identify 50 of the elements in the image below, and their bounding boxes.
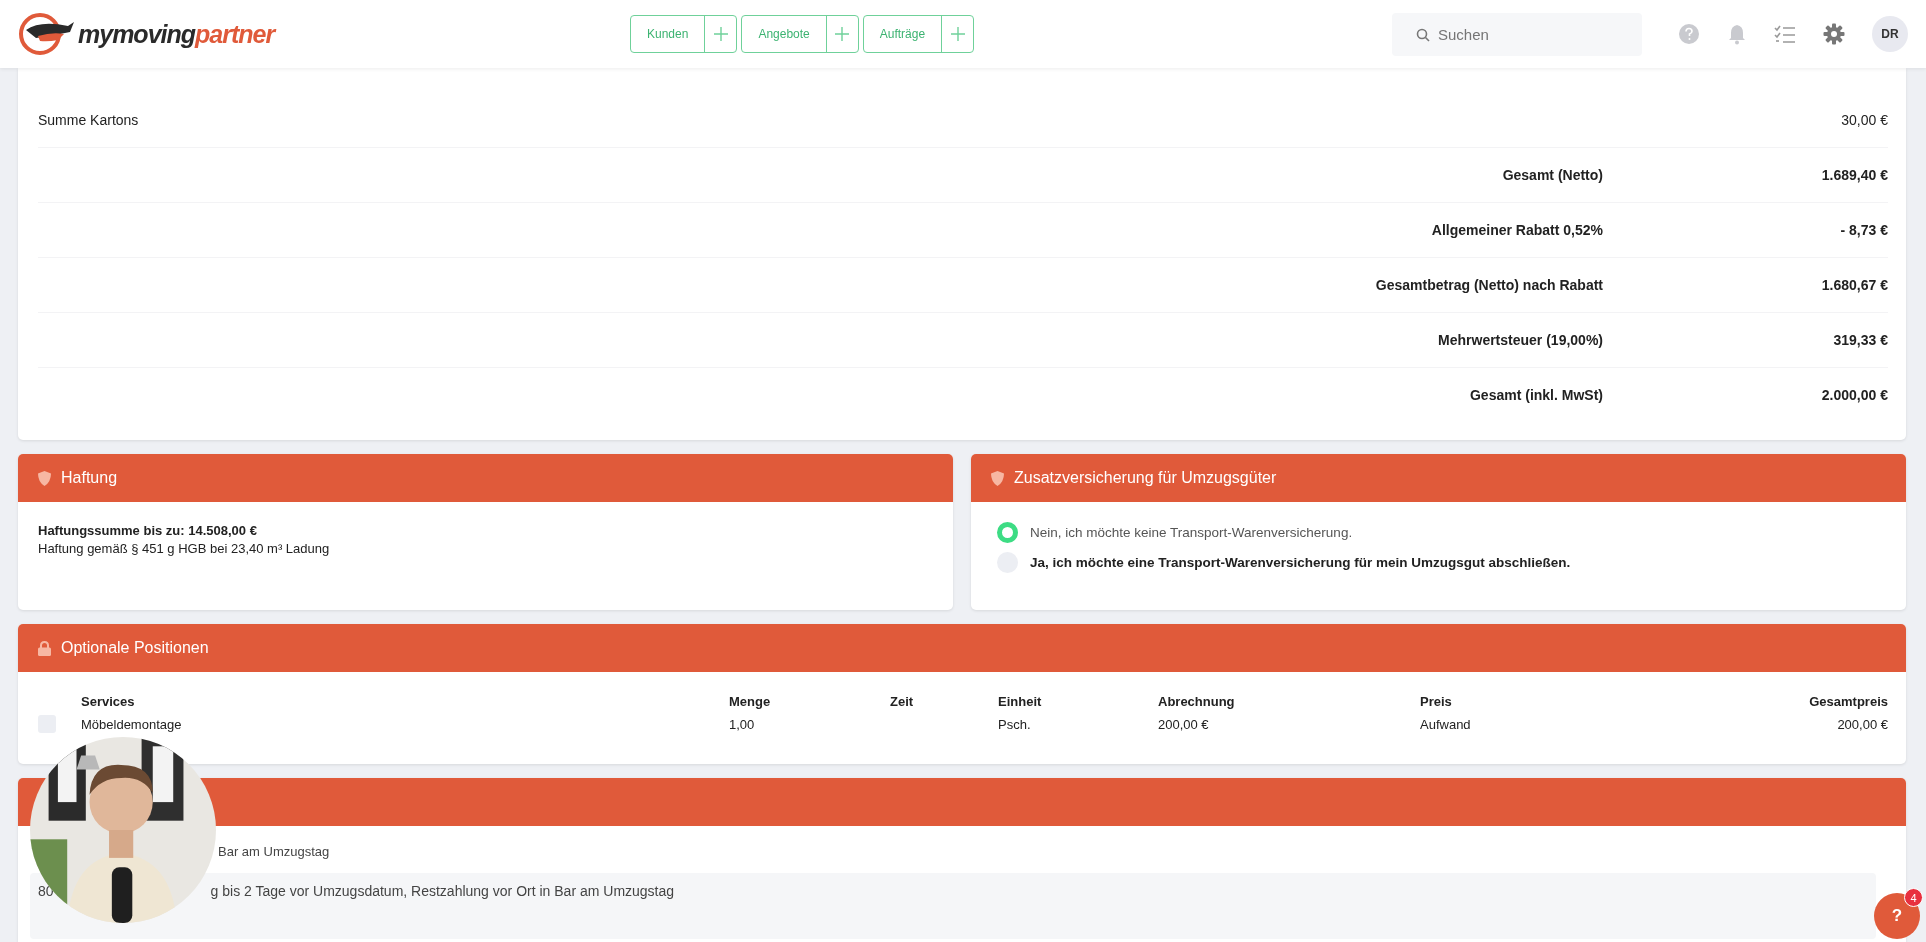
column-header: Menge <box>729 694 772 709</box>
total-label: Gesamt (Netto) <box>1502 167 1603 183</box>
search-field[interactable]: Suchen <box>1392 12 1642 56</box>
lock-icon <box>38 640 51 656</box>
total-label: Gesamtbetrag (Netto) nach Rabatt <box>1375 277 1603 293</box>
logo-icon <box>18 12 76 56</box>
plus-icon <box>713 27 728 41</box>
payment-label: Bar am Umzugstag <box>217 843 331 861</box>
table-cell-text: Psch. <box>998 716 1032 732</box>
radio-label[interactable]: Nein, ich möchte keine Transport-Warenversicherung. <box>1030 525 1353 540</box>
radio-button[interactable] <box>997 522 1018 543</box>
card-title: Zusatzversicherung für Umzugsgüter <box>1014 469 1277 487</box>
bell-icon[interactable] <box>1727 23 1747 45</box>
total-value: 1.680,67 € <box>1821 277 1888 293</box>
total-value: 1.689,40 € <box>1821 167 1888 183</box>
column-header: Preis <box>1420 694 1453 709</box>
total-value: 2.000,00 € <box>1821 387 1888 403</box>
card-title: Optionale Positionen <box>61 639 209 657</box>
shield-icon <box>38 470 51 486</box>
card-title: Haftung <box>61 469 118 487</box>
text-fragment: g bis 2 Tage vor Umzugsdatum, Restzahlung vor Ort in Bar am Umzugstag <box>210 883 675 901</box>
table-cell-text: Aufwand <box>1420 716 1472 732</box>
column-header: Gesamtpreis <box>1809 694 1888 709</box>
column-header: Services <box>81 694 136 709</box>
shield-icon <box>991 470 1004 486</box>
total-label: Allgemeiner Rabatt 0,52% <box>1431 222 1603 238</box>
liability-sum: Haftungssumme bis zu: 14.508,00 € <box>38 522 258 540</box>
table-cell-text: 200,00 € <box>1158 716 1210 732</box>
total-label: Gesamt (inkl. MwSt) <box>1469 387 1603 403</box>
total-label: Summe Kartons <box>38 112 139 128</box>
logo-text: mymovingpartner <box>78 19 275 49</box>
settings-icon[interactable] <box>1823 23 1845 45</box>
total-value: - 8,73 € <box>1840 222 1888 238</box>
notification-badge: 4 <box>1904 888 1923 907</box>
table-cell-text: Möbeldemontage <box>81 716 183 732</box>
total-label: Mehrwertsteuer (19,00%) <box>1438 332 1603 348</box>
radio-label[interactable]: Ja, ich möchte eine Transport-Warenversicherung für mein Umzugsgut abschließen. <box>1030 555 1571 570</box>
column-header: Zeit <box>890 694 915 709</box>
total-value: 30,00 € <box>1841 112 1888 128</box>
total-value: 319,33 € <box>1833 332 1888 348</box>
column-header: Einheit <box>998 694 1043 709</box>
liability-note: Haftung gemäß § 451 g HGB bei 23,40 m³ Ladung <box>38 541 330 556</box>
table-cell-text: 1,00 <box>729 716 756 732</box>
user-avatar[interactable]: DR <box>1872 16 1908 52</box>
plus-icon <box>950 27 965 41</box>
column-header: Abrechnung <box>1158 694 1236 709</box>
table-cell: 200,00 € <box>1837 716 1888 732</box>
checklist-icon[interactable] <box>1774 24 1796 44</box>
help-icon[interactable] <box>1678 23 1700 45</box>
plus-icon <box>835 27 850 41</box>
